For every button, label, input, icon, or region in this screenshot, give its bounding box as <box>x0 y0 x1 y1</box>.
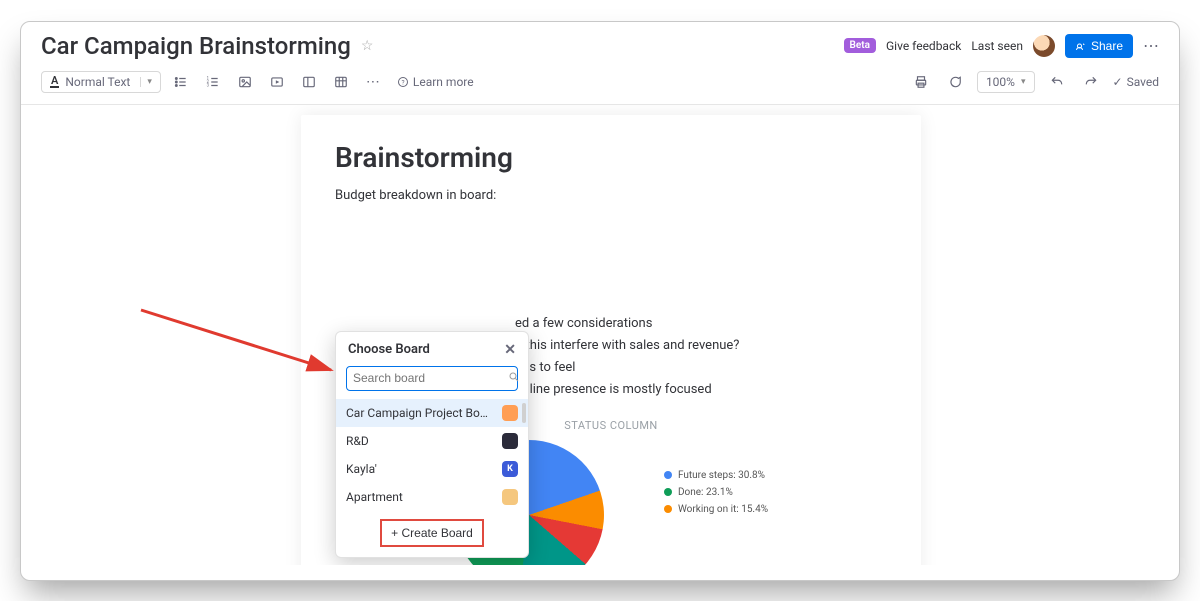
board-list: Car Campaign Project Board R&D Kayla' K … <box>336 399 528 511</box>
numbered-list-icon[interactable]: 123 <box>201 70 225 94</box>
doc-line: ads to feel <box>515 357 887 379</box>
create-board-button[interactable]: + Create Board <box>380 519 484 547</box>
check-icon: ✓ <box>1113 75 1123 89</box>
zoom-value: 100% <box>986 75 1015 89</box>
chevron-down-icon: ▾ <box>1021 77 1026 87</box>
popover-title: Choose Board <box>348 342 430 357</box>
zoom-dropdown[interactable]: 100% ▾ <box>977 71 1035 93</box>
chevron-down-icon: ▾ <box>140 77 152 87</box>
share-button[interactable]: Share <box>1065 34 1133 58</box>
share-label: Share <box>1091 39 1123 53</box>
svg-text:?: ? <box>401 78 404 86</box>
header-actions: Beta Give feedback Last seen Share ⋯ <box>844 34 1159 58</box>
legend-swatch <box>664 471 672 479</box>
legend-item: Working on it: 15.4% <box>664 504 768 515</box>
doc-line: online presence is mostly focused <box>515 379 887 401</box>
board-search[interactable] <box>346 366 518 391</box>
board-option-label: Car Campaign Project Board <box>346 406 494 420</box>
legend-swatch <box>664 488 672 496</box>
document-canvas: Brainstorming Budget breakdown in board:… <box>21 105 1179 565</box>
learn-more-link[interactable]: ? Learn more <box>397 75 474 89</box>
formatting-toolbar: A Normal Text ▾ 123 <box>21 64 1179 104</box>
text-style-dropdown[interactable]: A Normal Text ▾ <box>41 71 161 93</box>
image-icon[interactable] <box>233 70 257 94</box>
board-option-label: Kayla' <box>346 462 494 476</box>
legend-swatch <box>664 505 672 513</box>
layout-icon[interactable] <box>297 70 321 94</box>
comment-icon[interactable] <box>943 70 967 94</box>
board-option[interactable]: R&D <box>336 427 528 455</box>
toolbar-right: 100% ▾ ✓ Saved <box>909 70 1159 94</box>
board-option-label: Apartment <box>346 490 494 504</box>
table-icon[interactable] <box>329 70 353 94</box>
choose-board-popover: Choose Board ✕ Car Campaign Project Boar… <box>335 331 529 558</box>
avatar[interactable] <box>1033 35 1055 57</box>
bulleted-list-icon[interactable] <box>169 70 193 94</box>
legend-label: Working on it: 15.4% <box>678 504 768 515</box>
favorite-star-icon[interactable]: ☆ <box>361 38 374 54</box>
text-style-label: Normal Text <box>65 75 130 89</box>
board-option[interactable]: Apartment <box>336 483 528 511</box>
board-icon <box>502 433 518 449</box>
legend-item: Future steps: 30.8% <box>664 470 768 481</box>
legend-label: Future steps: 30.8% <box>678 470 765 481</box>
popover-header: Choose Board ✕ <box>336 332 528 366</box>
last-seen-label: Last seen <box>971 39 1023 53</box>
board-option-label: R&D <box>346 434 494 448</box>
print-icon[interactable] <box>909 70 933 94</box>
give-feedback-link[interactable]: Give feedback <box>886 39 961 53</box>
legend-item: Done: 23.1% <box>664 487 768 498</box>
board-option[interactable]: Kayla' K <box>336 455 528 483</box>
board-icon <box>502 405 518 421</box>
more-tools-icon[interactable]: ⋯ <box>361 70 385 94</box>
doc-intro-line: Budget breakdown in board: <box>335 188 887 203</box>
header: Car Campaign Brainstorming ☆ Beta Give f… <box>21 22 1179 64</box>
beta-badge: Beta <box>844 38 876 53</box>
undo-icon[interactable] <box>1045 70 1069 94</box>
video-icon[interactable] <box>265 70 289 94</box>
saved-label: Saved <box>1127 75 1159 89</box>
board-icon: K <box>502 461 518 477</box>
legend-label: Done: 23.1% <box>678 487 733 498</box>
doc-heading: Brainstorming <box>335 141 887 174</box>
svg-text:3: 3 <box>206 82 209 87</box>
board-search-input[interactable] <box>353 371 508 385</box>
close-icon[interactable]: ✕ <box>504 342 516 358</box>
page-title: Car Campaign Brainstorming <box>41 32 351 60</box>
chart-legend: Future steps: 30.8% Done: 23.1% Working … <box>664 470 768 515</box>
app-window: Car Campaign Brainstorming ☆ Beta Give f… <box>20 21 1180 581</box>
learn-more-label: Learn more <box>413 75 474 89</box>
redo-icon[interactable] <box>1079 70 1103 94</box>
search-icon <box>508 371 520 386</box>
board-icon <box>502 489 518 505</box>
saved-indicator: ✓ Saved <box>1113 75 1160 89</box>
board-option[interactable]: Car Campaign Project Board <box>336 399 528 427</box>
create-board-row: + Create Board <box>336 511 528 557</box>
more-menu-icon[interactable]: ⋯ <box>1143 36 1159 55</box>
doc-line: d this interfere with sales and revenue? <box>515 335 887 357</box>
doc-line: ed a few considerations <box>515 313 887 335</box>
